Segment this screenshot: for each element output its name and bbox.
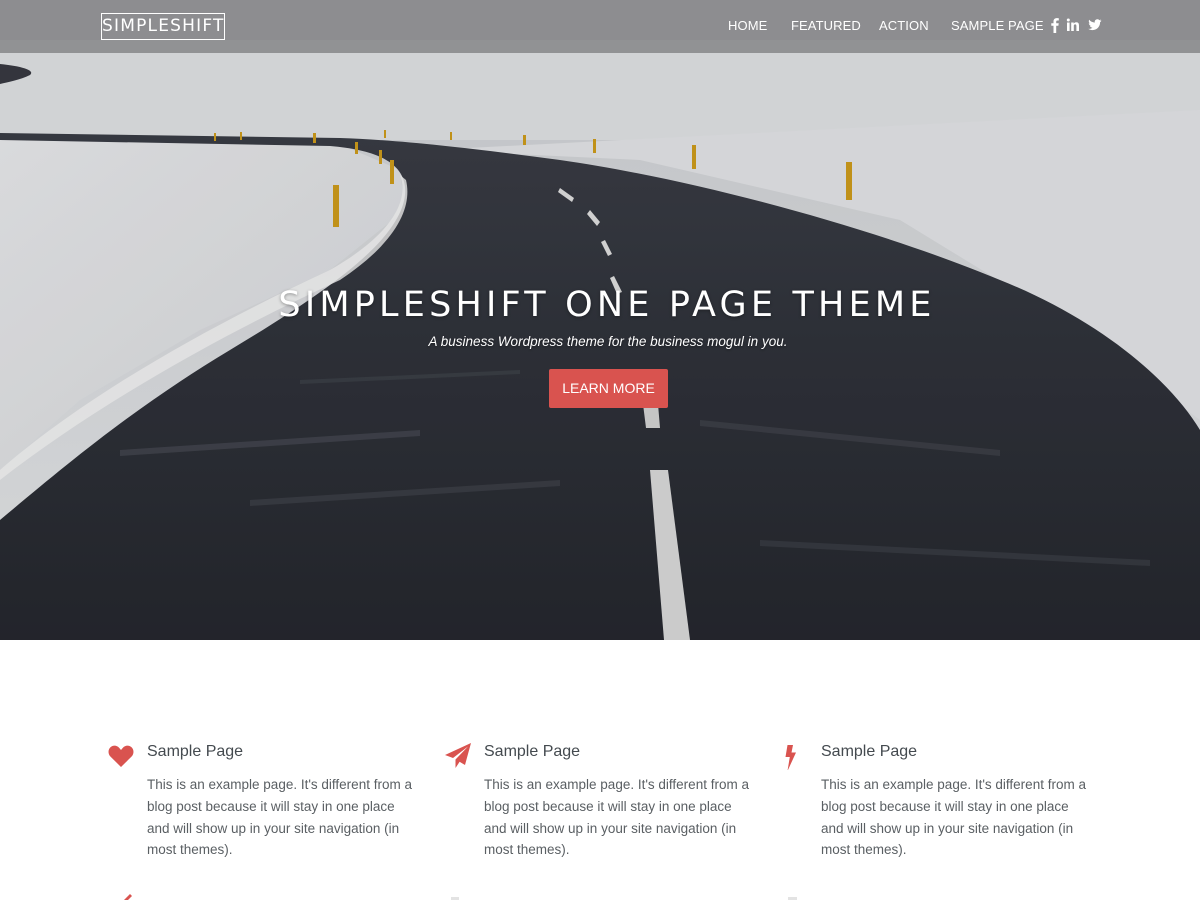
feature-title[interactable]: Sample Page <box>821 743 917 761</box>
partial-feature-icon <box>786 893 800 900</box>
hero-subtitle: A business Wordpress theme for the busin… <box>428 334 788 349</box>
nav-item-featured[interactable]: FEATURED <box>791 18 861 36</box>
top-navigation-bar: SIMPLESHIFT HOME FEATURED ACTION SAMPLE … <box>0 0 1200 53</box>
partial-feature-icon <box>449 893 463 900</box>
feature-description: This is an example page. It's different … <box>147 777 412 858</box>
twitter-icon[interactable] <box>1088 17 1102 33</box>
feature-title[interactable]: Sample Page <box>484 743 580 761</box>
site-logo[interactable]: SIMPLESHIFT <box>101 13 225 40</box>
lightning-bolt-icon <box>781 742 811 772</box>
feature-description: This is an example page. It's different … <box>821 777 1086 858</box>
feature-description: This is an example page. It's different … <box>484 777 749 858</box>
partial-feature-icon <box>120 893 134 900</box>
hero-title: SIMPLESHIFT ONE PAGE THEME <box>278 285 936 325</box>
nav-item-home[interactable]: HOME <box>728 18 767 36</box>
nav-item-sample-page[interactable]: SAMPLE PAGE <box>951 18 1044 36</box>
facebook-icon[interactable] <box>1048 17 1062 33</box>
learn-more-button[interactable]: LEARN MORE <box>549 369 668 408</box>
linkedin-icon[interactable] <box>1066 17 1080 33</box>
heart-icon <box>107 742 137 772</box>
feature-card: Sample Page This is an example page. It'… <box>781 740 1086 870</box>
feature-title[interactable]: Sample Page <box>147 743 243 761</box>
nav-item-action[interactable]: ACTION <box>879 18 929 36</box>
paper-plane-icon <box>444 742 474 772</box>
feature-card: Sample Page This is an example page. It'… <box>444 740 749 870</box>
feature-card: Sample Page This is an example page. It'… <box>107 740 412 870</box>
